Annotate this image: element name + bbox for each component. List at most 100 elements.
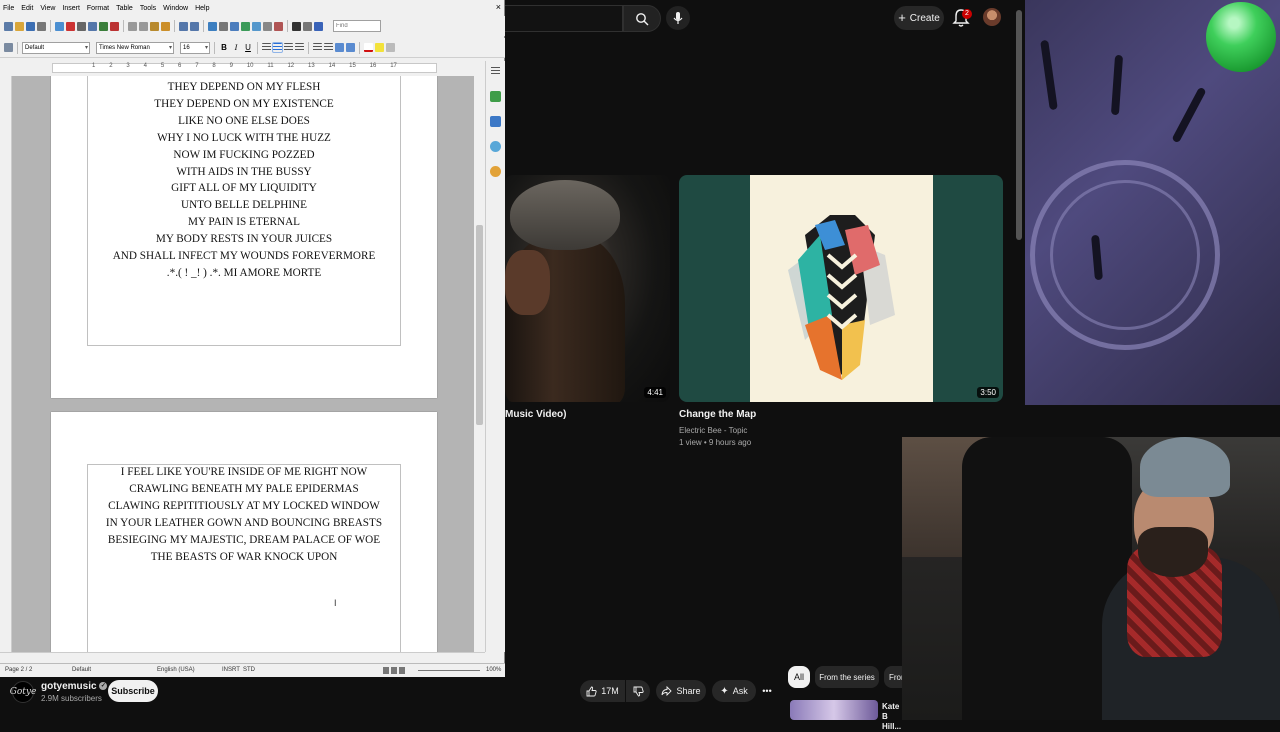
- status-insert-mode[interactable]: INSRT: [222, 667, 240, 673]
- find-input[interactable]: [333, 20, 381, 32]
- search-input[interactable]: [505, 5, 623, 32]
- share-button[interactable]: Share: [656, 680, 706, 702]
- align-right-icon[interactable]: [284, 43, 293, 52]
- status-language[interactable]: English (USA): [157, 667, 195, 673]
- chart-icon[interactable]: [252, 21, 261, 31]
- account-avatar[interactable]: [983, 8, 1001, 26]
- styles-icon[interactable]: [4, 43, 13, 52]
- lyric-line[interactable]: UNTO BELLE DELPHINE: [51, 199, 437, 211]
- video-title-1[interactable]: Music Video): [505, 409, 567, 420]
- export-pdf-icon[interactable]: [66, 21, 75, 31]
- vertical-ruler[interactable]: [0, 76, 12, 652]
- chip-from-the-series[interactable]: From the series: [815, 666, 879, 688]
- new-document-icon[interactable]: [4, 21, 13, 31]
- lyric-line[interactable]: CLAWING REPITITIOUSLY AT MY LOCKED WINDO…: [51, 500, 437, 512]
- vertical-scrollbar-thumb[interactable]: [476, 225, 483, 425]
- close-icon[interactable]: ×: [496, 2, 501, 12]
- menu-item-edit[interactable]: Edit: [21, 5, 33, 12]
- channel-avatar[interactable]: Gotye: [10, 681, 36, 703]
- paste-icon[interactable]: [150, 21, 159, 31]
- lyric-line[interactable]: MY PAIN IS ETERNAL: [51, 216, 437, 228]
- font-name-select[interactable]: Times New Roman: [96, 41, 174, 54]
- table-icon[interactable]: [230, 21, 239, 31]
- frame-icon[interactable]: [263, 21, 272, 31]
- lyric-line[interactable]: NOW IM FUCKING POZZED: [51, 149, 437, 161]
- image-icon[interactable]: [241, 21, 250, 31]
- font-size-select[interactable]: 16: [180, 41, 210, 54]
- help-icon[interactable]: [314, 21, 323, 31]
- email-icon[interactable]: [37, 21, 46, 31]
- italic-button[interactable]: I: [231, 43, 241, 52]
- zoom-slider[interactable]: [418, 670, 480, 671]
- chip-all[interactable]: All: [788, 666, 810, 688]
- lyric-line[interactable]: THEY DEPEND ON MY FLESH: [51, 81, 437, 93]
- status-zoom[interactable]: 100%: [486, 667, 501, 673]
- menu-item-view[interactable]: View: [40, 5, 55, 12]
- menu-item-format[interactable]: Format: [87, 5, 109, 12]
- numbered-list-icon[interactable]: [313, 43, 322, 52]
- properties-icon[interactable]: [490, 91, 501, 102]
- lyric-line[interactable]: WHY I NO LUCK WITH THE HUZZ: [51, 132, 437, 144]
- autospell-icon[interactable]: [110, 21, 119, 31]
- document-area[interactable]: THEY DEPEND ON MY FLESH THEY DEPEND ON MY…: [12, 76, 474, 652]
- lyric-line[interactable]: LIKE NO ONE ELSE DOES: [51, 115, 437, 127]
- document-page-1[interactable]: THEY DEPEND ON MY FLESH THEY DEPEND ON MY…: [51, 76, 437, 398]
- video-thumbnail-1[interactable]: 4:41: [505, 175, 670, 402]
- lyric-line[interactable]: MY BODY RESTS IN YOUR JUICES: [51, 233, 437, 245]
- status-style[interactable]: Default: [72, 667, 91, 673]
- like-button[interactable]: 17M: [580, 680, 625, 702]
- formatting-marks-icon[interactable]: [303, 21, 312, 31]
- horizontal-scrollbar[interactable]: [0, 652, 485, 663]
- align-center-icon[interactable]: [272, 42, 283, 53]
- ask-button[interactable]: ✦ Ask: [712, 680, 756, 702]
- dislike-button[interactable]: [626, 680, 650, 702]
- related-video-thumbnail[interactable]: [790, 700, 878, 720]
- lyric-line[interactable]: THE BEASTS OF WAR KNOCK UPON: [51, 551, 437, 563]
- edit-mode-icon[interactable]: [55, 21, 64, 31]
- video-thumbnail-2[interactable]: 3:50: [679, 175, 1003, 402]
- channel-name[interactable]: gotyemusic ✓: [41, 681, 108, 692]
- video-channel-2[interactable]: Electric Bee - Topic: [679, 426, 747, 435]
- underline-button[interactable]: U: [243, 43, 253, 52]
- redo-icon[interactable]: [190, 21, 199, 31]
- voice-search-button[interactable]: [666, 6, 690, 30]
- paragraph-style-select[interactable]: Default: [22, 41, 90, 54]
- copy-icon[interactable]: [139, 21, 148, 31]
- status-page[interactable]: Page 2 / 2: [5, 667, 32, 673]
- justify-icon[interactable]: [295, 43, 304, 52]
- menu-item-insert[interactable]: Insert: [62, 5, 80, 12]
- subscribe-button[interactable]: Subscribe: [108, 680, 158, 702]
- horizontal-ruler[interactable]: 1 2 3 4 5 6 7 8 9 10 11 12 13 14 15 16 17: [0, 61, 485, 76]
- create-button[interactable]: + Create: [894, 6, 944, 30]
- video-title-2[interactable]: Change the Map: [679, 409, 756, 420]
- align-left-icon[interactable]: [262, 43, 271, 52]
- search-button[interactable]: [623, 5, 661, 32]
- spellcheck-icon[interactable]: [99, 21, 108, 31]
- lyric-line[interactable]: BESIEGING MY MAJESTIC, DREAM PALACE OF W…: [51, 534, 437, 546]
- lyric-line[interactable]: THEY DEPEND ON MY EXISTENCE: [51, 98, 437, 110]
- clone-format-icon[interactable]: [161, 21, 170, 31]
- menu-item-table[interactable]: Table: [116, 5, 133, 12]
- lyric-line[interactable]: GIFT ALL OF MY LIQUIDITY: [51, 182, 437, 194]
- menu-item-help[interactable]: Help: [195, 5, 209, 12]
- related-video-title[interactable]: Kate B Hill...: [882, 702, 902, 732]
- lyric-line[interactable]: I FEEL LIKE YOU'RE INSIDE OF ME RIGHT NO…: [51, 466, 437, 478]
- document-page-2[interactable]: I FEEL LIKE YOU'RE INSIDE OF ME RIGHT NO…: [51, 412, 437, 652]
- lyric-line[interactable]: AND SHALL INFECT MY WOUNDS FOREVERMORE: [51, 250, 437, 262]
- undo-icon[interactable]: [179, 21, 188, 31]
- print-preview-icon[interactable]: [88, 21, 97, 31]
- more-actions-button[interactable]: •••: [757, 680, 777, 702]
- navigator-icon[interactable]: [490, 166, 501, 177]
- print-icon[interactable]: [77, 21, 86, 31]
- status-selection-mode[interactable]: STD: [243, 667, 255, 673]
- decrease-indent-icon[interactable]: [335, 43, 344, 52]
- increase-indent-icon[interactable]: [346, 43, 355, 52]
- lyric-line[interactable]: .*.( ! _! ) .*. MI AMORE MORTE: [51, 267, 437, 279]
- save-icon[interactable]: [26, 21, 35, 31]
- menu-item-tools[interactable]: Tools: [140, 5, 156, 12]
- cut-icon[interactable]: [128, 21, 137, 31]
- lyric-line[interactable]: IN YOUR LEATHER GOWN AND BOUNCING BREAST…: [51, 517, 437, 529]
- styles-sidebar-icon[interactable]: [490, 116, 501, 127]
- view-layout-icons[interactable]: [383, 667, 407, 674]
- bold-button[interactable]: B: [219, 43, 229, 52]
